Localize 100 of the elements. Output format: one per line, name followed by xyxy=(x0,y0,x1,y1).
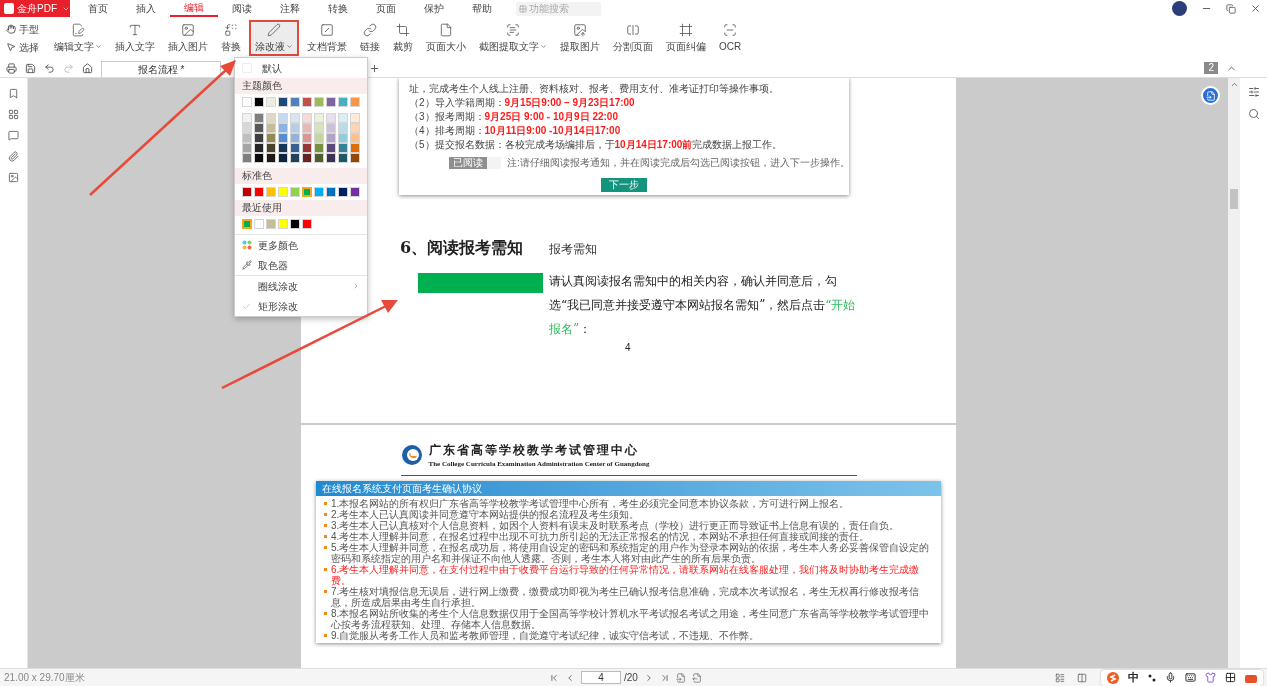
page-back-icon[interactable] xyxy=(675,672,686,683)
color-swatch[interactable] xyxy=(266,113,277,123)
tool-button[interactable]: 替换 xyxy=(216,20,246,56)
color-swatch[interactable] xyxy=(350,153,361,163)
menu-item[interactable]: 取色器 xyxy=(235,255,367,275)
tool-button[interactable]: 链接 xyxy=(355,20,385,56)
undo-icon[interactable] xyxy=(44,62,55,74)
page-forward-icon[interactable] xyxy=(691,672,702,683)
color-swatch[interactable] xyxy=(338,187,349,197)
color-swatch[interactable] xyxy=(350,133,361,143)
color-swatch[interactable] xyxy=(302,219,313,229)
document-tab[interactable]: 报名流程 * xyxy=(101,61,221,77)
save-icon[interactable] xyxy=(25,62,36,74)
tool-button[interactable]: 涂改液 xyxy=(249,20,299,56)
menu-tab[interactable]: 帮助 xyxy=(458,0,506,17)
color-swatch[interactable] xyxy=(266,143,277,153)
color-swatch[interactable] xyxy=(254,219,264,229)
tool-button[interactable]: 页面纠偏 xyxy=(661,20,711,56)
last-page-icon[interactable] xyxy=(659,672,670,683)
home-icon[interactable] xyxy=(82,62,93,74)
color-swatch[interactable] xyxy=(278,187,289,197)
image-icon[interactable] xyxy=(8,172,19,183)
color-swatch[interactable] xyxy=(290,153,301,163)
color-swatch[interactable] xyxy=(314,153,325,163)
color-swatch[interactable] xyxy=(314,133,325,143)
color-swatch[interactable] xyxy=(242,143,252,153)
color-swatch[interactable] xyxy=(278,219,289,229)
scroll-thumb[interactable] xyxy=(1230,189,1238,209)
tool-button[interactable]: 插入文字 xyxy=(110,20,160,56)
color-swatch[interactable] xyxy=(254,143,264,153)
view-mode-icon[interactable] xyxy=(1055,672,1065,683)
columns-icon[interactable] xyxy=(1077,672,1087,683)
search-field[interactable]: 功能搜索 xyxy=(516,1,601,16)
color-swatch[interactable] xyxy=(302,133,313,143)
color-swatch[interactable] xyxy=(278,97,289,107)
color-swatch[interactable] xyxy=(278,143,289,153)
app-logo-button[interactable]: 金舟PDF xyxy=(0,0,70,17)
color-swatch[interactable] xyxy=(290,123,301,133)
attachment-icon[interactable] xyxy=(8,151,19,162)
color-swatch[interactable] xyxy=(278,123,289,133)
color-swatch[interactable] xyxy=(350,187,361,197)
scroll-up-icon[interactable] xyxy=(1229,80,1239,89)
menu-tab[interactable]: 注释 xyxy=(266,0,314,17)
menu-tab[interactable]: 编辑 xyxy=(170,0,218,17)
ime-mode-label[interactable]: 中 xyxy=(1128,669,1139,686)
first-page-icon[interactable] xyxy=(549,672,559,683)
print-icon[interactable] xyxy=(6,62,17,74)
color-swatch[interactable] xyxy=(338,153,349,163)
previous-page-icon[interactable] xyxy=(565,672,575,683)
keyboard-icon[interactable] xyxy=(1185,672,1196,683)
color-swatch[interactable] xyxy=(314,113,325,123)
color-swatch[interactable] xyxy=(242,123,252,133)
mode-button[interactable]: 选择 xyxy=(6,39,39,55)
color-swatch[interactable] xyxy=(326,143,337,153)
grid-icon[interactable] xyxy=(1225,672,1236,683)
thumbnails-icon[interactable] xyxy=(8,109,19,120)
menu-tab[interactable]: 页面 xyxy=(362,0,410,17)
menu-tab[interactable]: 转换 xyxy=(314,0,362,17)
color-swatch[interactable] xyxy=(314,143,325,153)
color-swatch[interactable] xyxy=(314,123,325,133)
tool-button[interactable]: 插入图片 xyxy=(163,20,213,56)
color-swatch[interactable] xyxy=(242,153,252,163)
tool-button[interactable]: 分割页面 xyxy=(608,20,658,56)
color-swatch[interactable] xyxy=(254,123,264,133)
color-swatch[interactable] xyxy=(266,97,277,107)
menu-tab[interactable]: 阅读 xyxy=(218,0,266,17)
shirt-icon[interactable] xyxy=(1205,672,1216,683)
color-swatch[interactable] xyxy=(326,187,337,197)
color-swatch[interactable] xyxy=(254,97,264,107)
color-swatch[interactable] xyxy=(266,187,277,197)
color-swatch[interactable] xyxy=(290,113,301,123)
menu-tab[interactable]: 首页 xyxy=(74,0,122,17)
color-swatch[interactable] xyxy=(266,133,277,143)
color-swatch[interactable] xyxy=(266,219,277,229)
search-icon[interactable] xyxy=(1247,108,1260,120)
color-swatch[interactable] xyxy=(326,153,337,163)
color-swatch[interactable] xyxy=(290,143,301,153)
new-tab-icon[interactable] xyxy=(369,62,380,74)
color-swatch[interactable] xyxy=(302,97,313,107)
color-swatch[interactable] xyxy=(290,187,301,197)
color-swatch[interactable] xyxy=(242,187,252,197)
ime-logo-icon[interactable] xyxy=(1107,671,1119,684)
color-swatch[interactable] xyxy=(266,123,277,133)
tool-button[interactable]: 编辑文字 xyxy=(49,20,107,56)
color-swatch[interactable] xyxy=(302,113,313,123)
color-swatch[interactable] xyxy=(242,219,252,229)
color-swatch[interactable] xyxy=(254,153,264,163)
color-swatch[interactable] xyxy=(302,153,313,163)
color-swatch[interactable] xyxy=(290,219,301,229)
color-swatch[interactable] xyxy=(242,97,252,107)
color-swatch[interactable] xyxy=(278,113,289,123)
menu-tab[interactable]: 插入 xyxy=(122,0,170,17)
color-swatch[interactable] xyxy=(278,133,289,143)
menu-item[interactable]: 默认 xyxy=(235,58,367,78)
color-swatch[interactable] xyxy=(350,113,361,123)
scrollbar[interactable] xyxy=(1228,78,1240,668)
menu-item[interactable]: 更多颜色 xyxy=(235,235,367,255)
mode-button[interactable]: 手型 xyxy=(6,21,39,37)
color-swatch[interactable] xyxy=(314,97,325,107)
tool-button[interactable]: 裁剪 xyxy=(388,20,418,56)
